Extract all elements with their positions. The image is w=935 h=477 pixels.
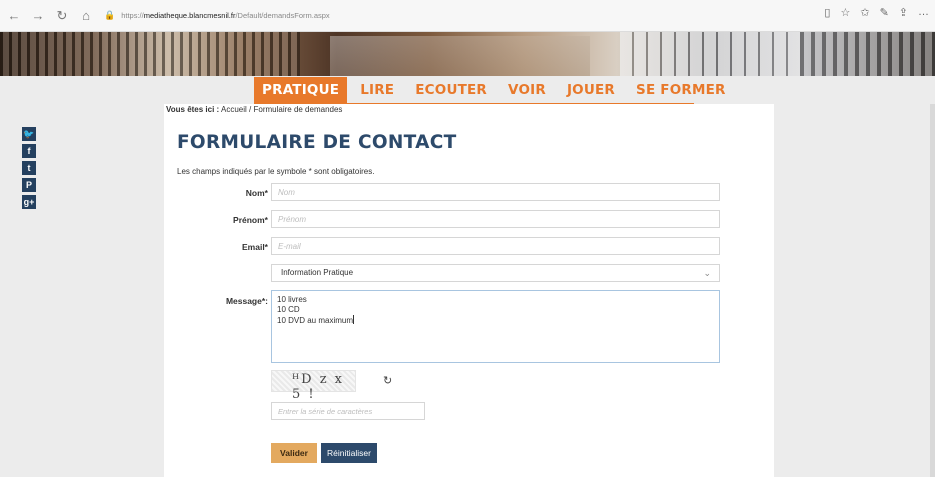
google-plus-icon[interactable]: g+ [22,195,36,209]
browser-actions: ▯ ☆ ✩ ✎ ⇪ … [824,6,929,19]
lock-icon: 🔒 [104,10,116,20]
text-caret [353,315,355,324]
pen-icon[interactable]: ✎ [880,6,889,19]
reading-view-icon[interactable]: ▯ [824,6,830,19]
required-fields-note: Les champs indiqués par le symbole * son… [177,167,375,176]
facebook-icon[interactable]: f [22,144,36,158]
captcha-image: ᴴD z x 5 ! [271,370,356,402]
url-prefix: https:// [121,11,144,20]
message-line: 10 livres [277,295,307,304]
main-content: Vous êtes ici : Accueil / Formulaire de … [164,104,774,477]
captcha-input[interactable] [271,402,425,420]
menu-item-jouer[interactable]: JOUER [559,77,623,103]
message-line: 10 CD [277,305,300,314]
menu-item-ecouter[interactable]: ECOUTER [407,77,495,103]
message-textarea[interactable]: 10 livres 10 CD 10 DVD au maximum [271,290,720,363]
main-menu-bar: PRATIQUE LIRE ECOUTER VOIR JOUER SE FORM… [0,76,935,105]
reset-button[interactable]: Réinitialiser [321,443,377,463]
url-host: mediatheque.blancmesnil.fr [143,11,236,20]
breadcrumb-prefix: Vous êtes ici : [166,105,220,114]
breadcrumb: Vous êtes ici : Accueil / Formulaire de … [164,104,774,118]
request-type-select[interactable]: Information Pratique ⌄ [271,264,720,282]
social-share-bar: 🐦 f t P g+ [22,127,36,209]
banner-shelf-left [0,32,300,76]
menu-item-pratique[interactable]: PRATIQUE [254,77,348,103]
request-type-value: Information Pratique [281,268,354,277]
forward-icon[interactable]: → [28,6,48,26]
address-bar[interactable]: 🔒 https:// mediatheque.blancmesnil.fr /D… [104,6,804,26]
home-icon[interactable]: ⌂ [76,6,96,26]
banner-glass [330,36,590,76]
more-icon[interactable]: … [918,6,929,19]
main-menu: PRATIQUE LIRE ECOUTER VOIR JOUER SE FORM… [254,76,739,104]
submit-button[interactable]: Valider [271,443,317,463]
prenom-label: Prénom* [233,215,268,225]
captcha-refresh-icon[interactable]: ↻ [383,374,392,387]
nom-label: Nom* [245,188,268,198]
message-label: Message*: [225,296,268,306]
favorite-star-icon[interactable]: ☆ [840,6,850,19]
favorites-icon[interactable]: ✩ [860,6,869,19]
browser-toolbar: ← → ↻ ⌂ 🔒 https:// mediatheque.blancmesn… [0,0,935,32]
url-path: /Default/demandsForm.aspx [235,11,330,20]
page-title: FORMULAIRE DE CONTACT [177,132,457,153]
menu-item-lire[interactable]: LIRE [352,77,402,103]
banner-shelf-mid [620,32,800,76]
chevron-down-icon: ⌄ [703,268,711,278]
refresh-icon[interactable]: ↻ [52,6,72,26]
menu-item-voir[interactable]: VOIR [500,77,554,103]
twitter-icon[interactable]: 🐦 [22,127,36,141]
breadcrumb-current: Formulaire de demandes [253,105,343,114]
breadcrumb-separator: / [249,105,252,114]
banner-shelf-right [800,32,935,76]
back-icon[interactable]: ← [4,6,24,26]
header-banner-image [0,32,935,76]
message-line-text: 10 DVD au maximum [277,316,354,325]
tumblr-icon[interactable]: t [22,161,36,175]
message-line: 10 DVD au maximum [277,315,714,326]
captcha-text: ᴴD z x 5 ! [292,372,345,402]
nom-input[interactable] [271,183,720,201]
page-edge [930,104,935,477]
breadcrumb-home-link[interactable]: Accueil [221,105,247,114]
email-input[interactable] [271,237,720,255]
menu-item-se-former[interactable]: SE FORMER [628,77,734,103]
pinterest-icon[interactable]: P [22,178,36,192]
email-label: Email* [242,242,268,252]
prenom-input[interactable] [271,210,720,228]
share-icon[interactable]: ⇪ [899,6,908,19]
